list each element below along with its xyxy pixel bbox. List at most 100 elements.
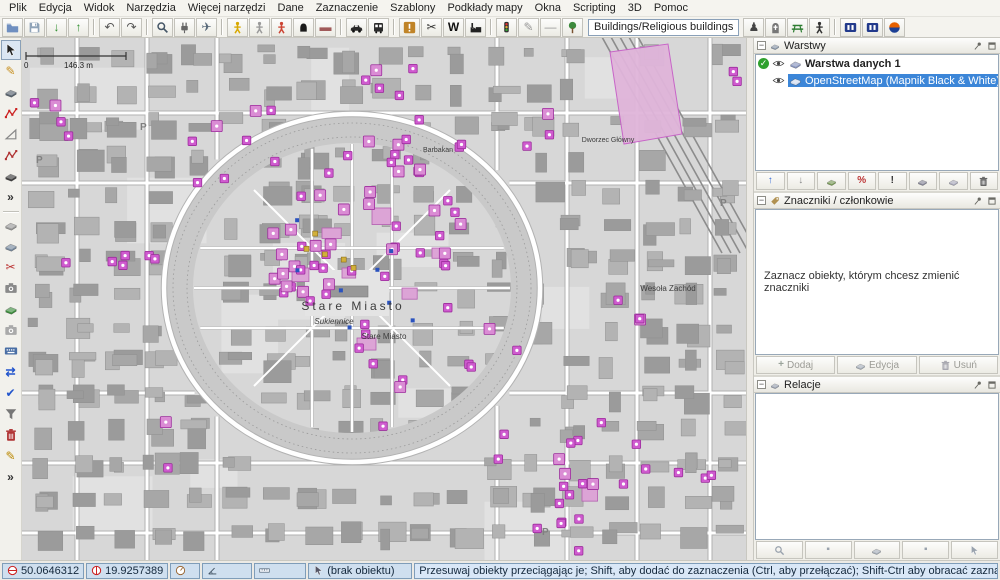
collapse-icon[interactable]: − [757, 41, 766, 50]
purge-tool[interactable] [1, 425, 21, 445]
eraser-tool[interactable] [1, 166, 21, 186]
menu-zaznaczenie[interactable]: Zaznaczenie [310, 1, 384, 15]
menu-scripting[interactable]: Scripting [567, 1, 622, 15]
angle-tool[interactable] [1, 124, 21, 144]
map-canvas[interactable]: PPPP0146.3 mStare MiastoSukienniceStare … [22, 38, 746, 560]
pin-icon[interactable] [973, 380, 983, 390]
upload-button[interactable]: ↑ [68, 18, 89, 37]
layer-merge-button[interactable] [909, 172, 938, 190]
extrude-tool[interactable] [1, 82, 21, 102]
layer-duplicate-button[interactable] [939, 172, 968, 190]
export-layer-tool[interactable] [1, 299, 21, 319]
feather-preset-button[interactable]: ✎ [518, 18, 539, 37]
preferences-button[interactable] [174, 18, 195, 37]
filter-tool[interactable] [1, 404, 21, 424]
hiking-preset-button[interactable] [809, 18, 830, 37]
layer-delete-button[interactable] [970, 172, 999, 190]
delete-tag-button[interactable]: Usuń [919, 356, 998, 374]
layer-up-button[interactable]: ↑ [756, 172, 785, 190]
eye-icon[interactable] [772, 74, 785, 87]
swap-direction-tool[interactable]: ⇄ [1, 362, 21, 382]
layer-opacity-button[interactable]: % [848, 172, 877, 190]
menu-3d[interactable]: 3D [622, 1, 648, 15]
line-preset-button[interactable]: — [540, 18, 561, 37]
photo-layer-tool[interactable] [1, 320, 21, 340]
tree-preset-button[interactable] [562, 18, 583, 37]
add-tag-button[interactable]: +Dodaj [756, 356, 835, 374]
menu-narzędzia[interactable]: Narzędzia [120, 1, 182, 15]
airport-preset-button[interactable]: ✈ [196, 18, 217, 37]
redo-button[interactable]: ↷ [121, 18, 142, 37]
layer-active-icon[interactable]: ✓ [758, 58, 769, 69]
more-tools-2-button[interactable]: » [1, 467, 21, 487]
power-preset-button[interactable]: W [443, 18, 464, 37]
download-button[interactable]: ↓ [46, 18, 67, 37]
improve-way-tool[interactable] [1, 103, 21, 123]
menu-szablony[interactable]: Szablony [384, 1, 441, 15]
menu-plik[interactable]: Plik [3, 1, 33, 15]
crossing-unmarked-preset-button[interactable] [249, 18, 270, 37]
merge-layer-tool[interactable] [1, 215, 21, 235]
open-button[interactable] [2, 18, 23, 37]
menu-okna[interactable]: Okna [529, 1, 567, 15]
browser-button[interactable] [884, 18, 905, 37]
search-button[interactable] [152, 18, 173, 37]
menu-podkłady-mapy[interactable]: Podkłady mapy [441, 1, 528, 15]
imagery-tool[interactable] [1, 278, 21, 298]
crossing-forbidden-preset-button[interactable] [271, 18, 292, 37]
picnic-preset-button[interactable] [787, 18, 808, 37]
menu-widok[interactable]: Widok [78, 1, 121, 15]
eye-icon[interactable] [772, 57, 785, 70]
edit-relation-button[interactable]: ▪ [902, 541, 949, 559]
save-button[interactable] [24, 18, 45, 37]
layer-down-button[interactable]: ↓ [787, 172, 816, 190]
new-relation-button[interactable]: ▪ [805, 541, 852, 559]
select-relation-button[interactable] [951, 541, 998, 559]
blue-eraser-tool[interactable] [1, 236, 21, 256]
scissors-preset-button[interactable]: ✂ [421, 18, 442, 37]
layer-row-main[interactable]: Warstwa danych 1 [788, 57, 904, 70]
edit-tag-button[interactable]: Edycja [837, 356, 916, 374]
traffic-light-preset-button[interactable] [496, 18, 517, 37]
notes-tool[interactable]: ✎ [1, 446, 21, 466]
layer-row[interactable]: OpenStreetMap (Mapnik Black & White) [756, 72, 998, 89]
undo-button[interactable]: ↶ [99, 18, 120, 37]
collapse-icon[interactable]: − [757, 380, 766, 389]
menu-dane[interactable]: Dane [272, 1, 310, 15]
more-tools-button[interactable]: » [1, 187, 21, 207]
gloves-preset-button[interactable] [293, 18, 314, 37]
undock-icon[interactable] [987, 41, 997, 51]
search-relation-button[interactable] [756, 541, 803, 559]
split-way-tool[interactable]: ✂ [1, 257, 21, 277]
crossing-preset-button[interactable] [227, 18, 248, 37]
select-tool[interactable] [1, 40, 21, 60]
duplicate-relation-button[interactable] [854, 541, 901, 559]
undock-icon[interactable] [987, 380, 997, 390]
layer-activate-button[interactable] [817, 172, 846, 190]
barrier-preset-button[interactable]: ▬ [315, 18, 336, 37]
pin-icon[interactable] [973, 196, 983, 206]
scripting-run-button[interactable] [840, 18, 861, 37]
factory-preset-button[interactable] [465, 18, 486, 37]
undock-icon[interactable] [987, 196, 997, 206]
panel-splitter[interactable] [746, 38, 754, 560]
menu-więcej-narzędzi[interactable]: Więcej narzędzi [182, 1, 272, 15]
draw-node-tool[interactable]: ✎ [1, 61, 21, 81]
collapse-icon[interactable]: − [757, 196, 766, 205]
bus-preset-button[interactable] [368, 18, 389, 37]
layer-marker-button[interactable]: ! [878, 172, 907, 190]
keyboard-tool[interactable] [1, 341, 21, 361]
menu-pomoc[interactable]: Pomoc [648, 1, 694, 15]
follow-line-tool[interactable] [1, 145, 21, 165]
menu-edycja[interactable]: Edycja [33, 1, 78, 15]
memorial-preset-button[interactable] [765, 18, 786, 37]
scripting-console-button[interactable] [862, 18, 883, 37]
monument-preset-button[interactable]: ♟ [743, 18, 764, 37]
validate-tool[interactable]: ✔ [1, 383, 21, 403]
warning-preset-button[interactable] [399, 18, 420, 37]
car-preset-button[interactable] [346, 18, 367, 37]
pin-icon[interactable] [973, 41, 983, 51]
layer-row-main[interactable]: OpenStreetMap (Mapnik Black & White) [788, 74, 999, 87]
layer-row[interactable]: ✓ Warstwa danych 1 [756, 55, 998, 72]
preset-search-field[interactable]: Buildings/Religious buildings [588, 19, 739, 36]
